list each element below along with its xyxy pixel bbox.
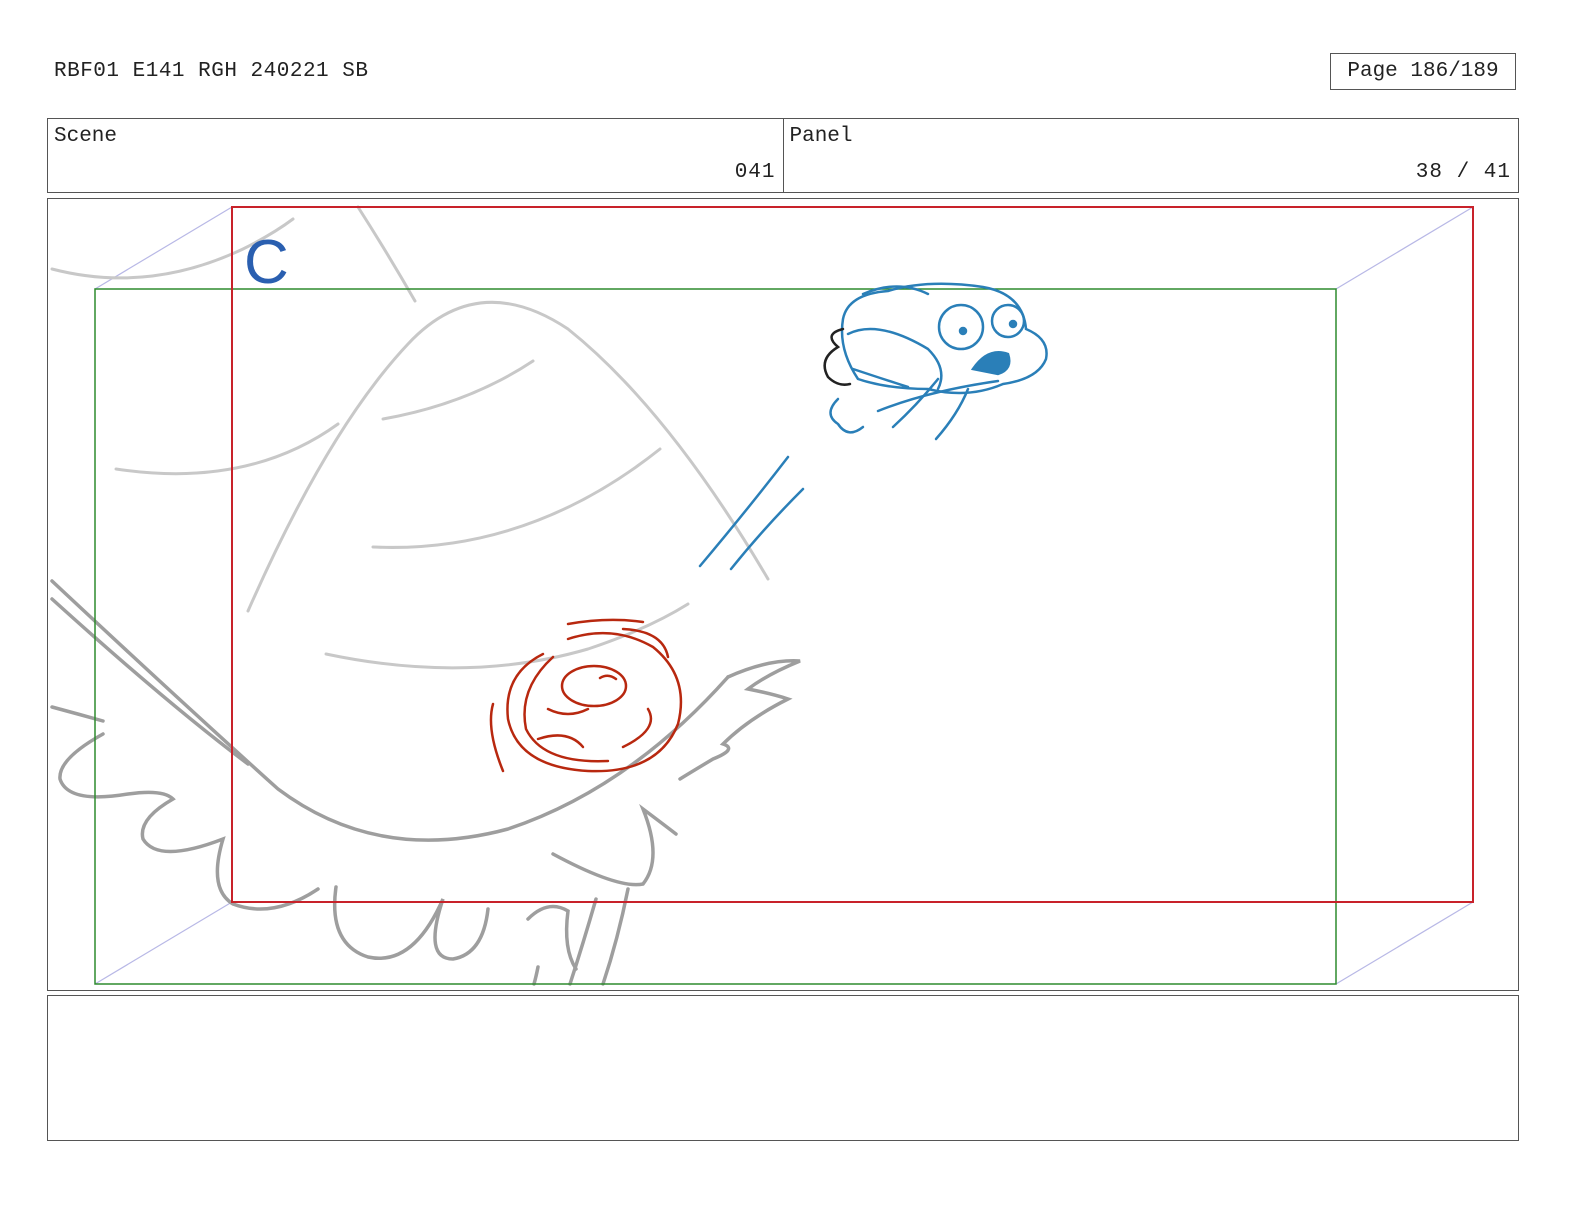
foreground-sketch bbox=[50, 579, 801, 986]
panel-marker: C bbox=[244, 228, 289, 297]
perspective-lines bbox=[94, 206, 1474, 985]
notes-box bbox=[47, 995, 1519, 1141]
action-safe-frame bbox=[231, 206, 1474, 903]
panel-number: 38 / 41 bbox=[1415, 161, 1511, 184]
document-title: RBF01 E141 RGH 240221 SB bbox=[54, 60, 369, 83]
background-sketch bbox=[50, 205, 770, 670]
scene-label: Scene bbox=[54, 125, 118, 148]
scene-number: 041 bbox=[734, 161, 776, 184]
scene-cell: Scene 041 bbox=[48, 119, 783, 192]
panel-cell: Panel 38 / 41 bbox=[782, 119, 1519, 192]
scene-panel-info: Scene 041 Panel 38 / 41 bbox=[47, 118, 1519, 193]
blue-character bbox=[698, 282, 1048, 571]
panel-label: Panel bbox=[789, 125, 853, 148]
storyboard-panel: C bbox=[47, 198, 1519, 991]
title-safe-frame bbox=[94, 288, 1337, 985]
page-number: Page 186/189 bbox=[1330, 53, 1516, 90]
panel-drawing: C bbox=[50, 205, 1474, 986]
